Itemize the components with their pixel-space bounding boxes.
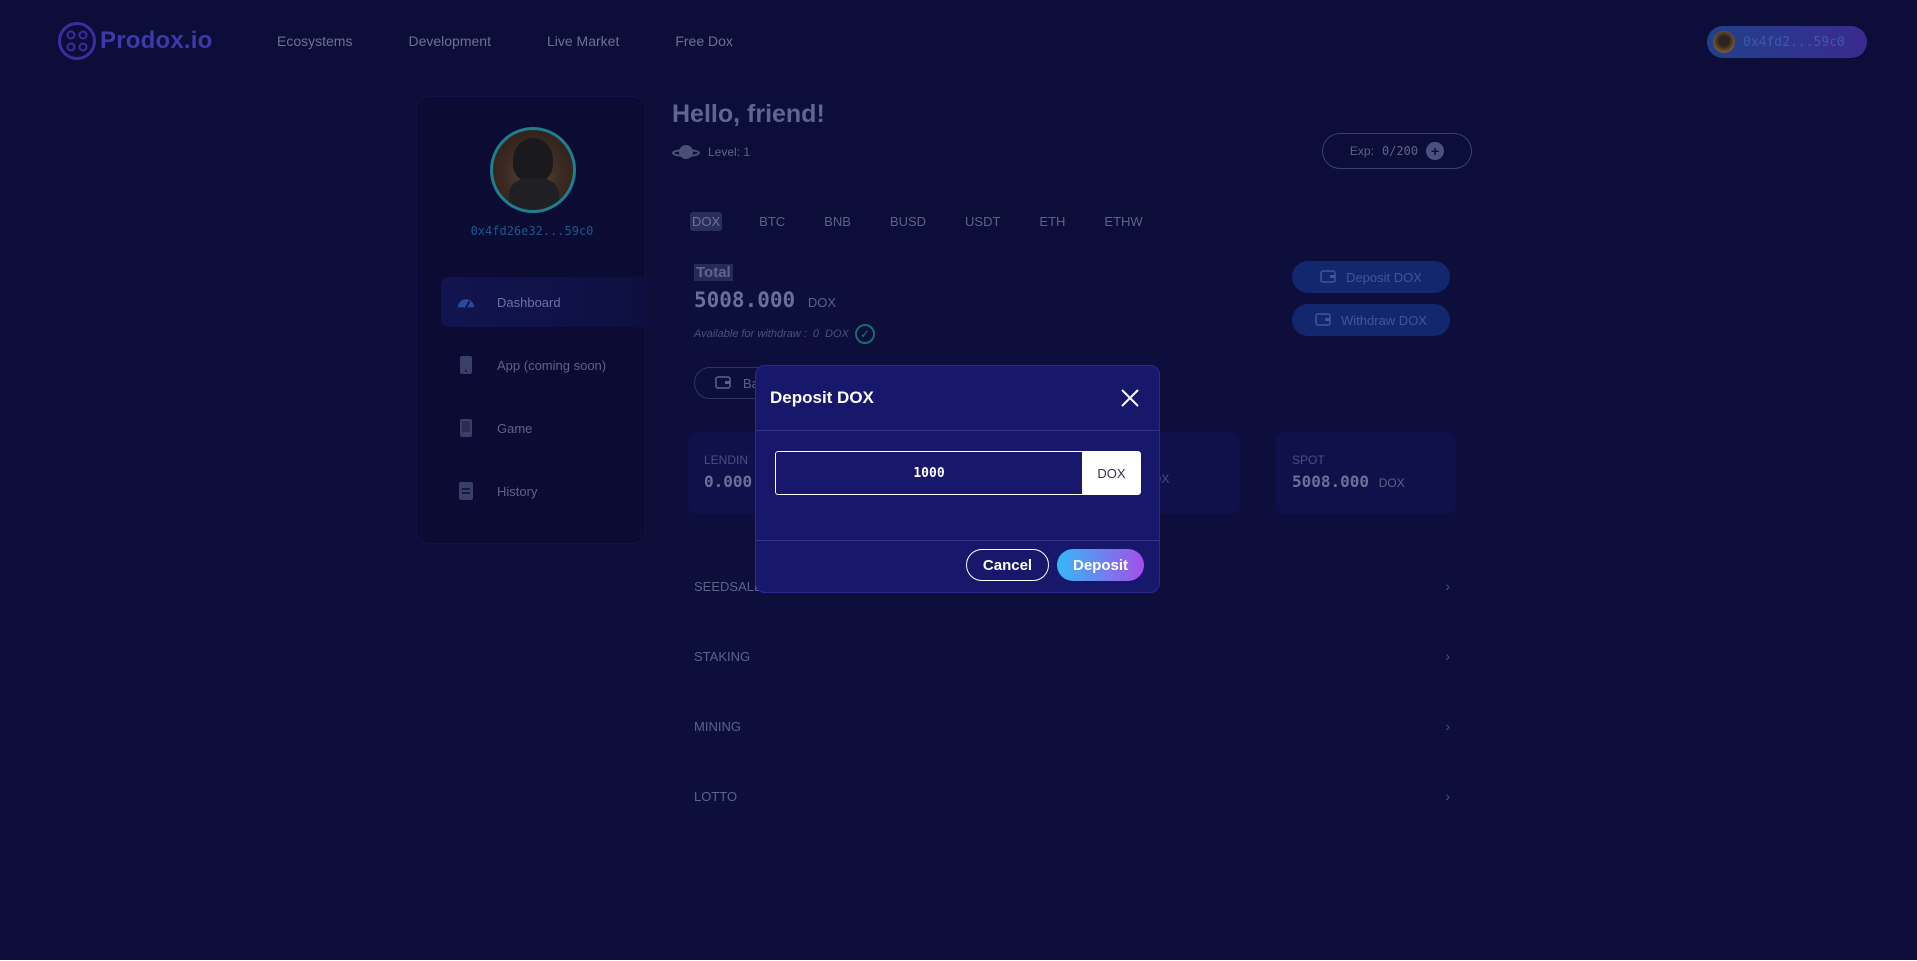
stat-label: LENDIN: [704, 453, 749, 467]
accordion-label: MINING: [694, 718, 741, 734]
top-header: Prodox.io Ecosystems Development Live Ma…: [0, 0, 1917, 84]
stat-label: SPOT: [1292, 453, 1325, 467]
tab-usdt[interactable]: USDT: [963, 212, 1002, 231]
wallet-button[interactable]: 0x4fd2...59c0: [1707, 26, 1867, 58]
tab-dox[interactable]: DOX: [690, 212, 723, 231]
available-label: Available for withdraw :: [694, 328, 807, 340]
accordion-label: SEEDSALE: [694, 578, 763, 594]
sidebar: 0x4fd26e32...59c0 Dashboard App (coming …: [416, 96, 647, 544]
level-text: Level: 1: [708, 145, 751, 159]
deposit-modal: Deposit DOX DOX Cancel Deposit: [755, 365, 1160, 593]
sidebar-item-label: Dashboard: [497, 294, 561, 310]
sidebar-item-app[interactable]: App (coming soon): [441, 340, 647, 390]
wallet-icon: [715, 375, 731, 392]
total-value: 5008.000 DOX: [694, 288, 836, 312]
tablet-icon: [457, 418, 475, 438]
modal-title: Deposit DOX: [770, 388, 874, 407]
wallet-avatar: [1713, 31, 1735, 53]
chevron-right-icon: ›: [1445, 648, 1450, 664]
level-indicator: Level: 1: [672, 142, 750, 162]
stat-value: 0.000: [704, 472, 753, 491]
profile-avatar: [490, 127, 576, 213]
wallet-address: 0x4fd2...59c0: [1743, 34, 1845, 50]
stat-value: 5008.000 DOX: [1292, 472, 1405, 491]
available-unit: DOX: [825, 328, 849, 340]
document-icon: [457, 481, 475, 501]
tab-busd[interactable]: BUSD: [888, 212, 928, 231]
chevron-right-icon: ›: [1445, 788, 1450, 804]
check-circle-icon: ✓: [854, 324, 875, 344]
amount-field: DOX: [775, 451, 1141, 495]
withdraw-dox-label: Withdraw DOX: [1341, 312, 1427, 328]
total-amount: 5008.000: [694, 288, 796, 312]
sidebar-item-label: Game: [497, 420, 533, 436]
tab-ethw[interactable]: ETHW: [1102, 212, 1144, 231]
profile-address[interactable]: 0x4fd26e32...59c0: [417, 224, 647, 238]
sidebar-item-dashboard[interactable]: Dashboard: [441, 277, 647, 327]
logo-mark-icon: [58, 22, 96, 60]
exp-pill[interactable]: Exp: 0/200 +: [1322, 133, 1472, 169]
cancel-button[interactable]: Cancel: [966, 549, 1049, 581]
plus-icon[interactable]: +: [1426, 142, 1445, 160]
nav-live-market[interactable]: Live Market: [547, 33, 619, 49]
exp-label: Exp:: [1349, 144, 1374, 158]
sidebar-item-label: History: [497, 483, 538, 499]
brand-logo[interactable]: Prodox.io: [58, 22, 212, 60]
withdraw-dox-button[interactable]: Withdraw DOX: [1292, 304, 1450, 336]
accordion-label: STAKING: [694, 648, 751, 664]
nav-ecosystems[interactable]: Ecosystems: [277, 33, 352, 49]
deposit-dox-label: Deposit DOX: [1346, 269, 1422, 285]
tab-bnb[interactable]: BNB: [822, 212, 853, 231]
wallet-icon: [1315, 312, 1331, 329]
available-value: 0: [812, 328, 820, 340]
sidebar-item-label: App (coming soon): [497, 357, 607, 373]
app-root: Prodox.io Ecosystems Development Live Ma…: [0, 0, 1917, 960]
planet-icon: [672, 142, 700, 162]
deposit-button[interactable]: Deposit: [1057, 549, 1144, 581]
amount-input[interactable]: [775, 451, 1082, 495]
wallet-icon: [1320, 269, 1336, 286]
chevron-right-icon: ›: [1445, 578, 1450, 594]
main-nav: Ecosystems Development Live Market Free …: [277, 33, 789, 49]
amount-unit: DOX: [1082, 451, 1141, 495]
accordion-staking[interactable]: STAKING ›: [672, 628, 1472, 684]
sidebar-item-history[interactable]: History: [441, 466, 647, 516]
speedometer-icon: [457, 292, 475, 312]
modal-divider: [756, 540, 1159, 541]
coin-tabs: DOX BTC BNB BUSD USDT ETH ETHW: [690, 212, 1180, 231]
nav-free-dox[interactable]: Free Dox: [675, 33, 733, 49]
accordion-lotto[interactable]: LOTTO ›: [672, 768, 1472, 824]
tab-btc[interactable]: BTC: [757, 212, 787, 231]
tab-eth[interactable]: ETH: [1037, 212, 1067, 231]
modal-divider: [756, 430, 1159, 431]
total-unit: DOX: [807, 295, 836, 310]
close-icon[interactable]: [1118, 386, 1142, 410]
exp-value: 0/200: [1381, 144, 1419, 158]
stat-spot: SPOT 5008.000 DOX: [1276, 432, 1456, 514]
greeting-title: Hello, friend!: [672, 100, 825, 128]
chevron-right-icon: ›: [1445, 718, 1450, 734]
sidebar-item-game[interactable]: Game: [441, 403, 647, 453]
available-withdraw: Available for withdraw : 0 DOX ✓: [694, 324, 875, 344]
brand-name: Prodox.io: [100, 27, 213, 54]
total-label: Total: [694, 264, 733, 281]
nav-development[interactable]: Development: [408, 33, 491, 49]
deposit-dox-button[interactable]: Deposit DOX: [1292, 261, 1450, 293]
accordion-label: LOTTO: [694, 788, 738, 804]
phone-icon: [457, 355, 475, 375]
accordion-mining[interactable]: MINING ›: [672, 698, 1472, 754]
